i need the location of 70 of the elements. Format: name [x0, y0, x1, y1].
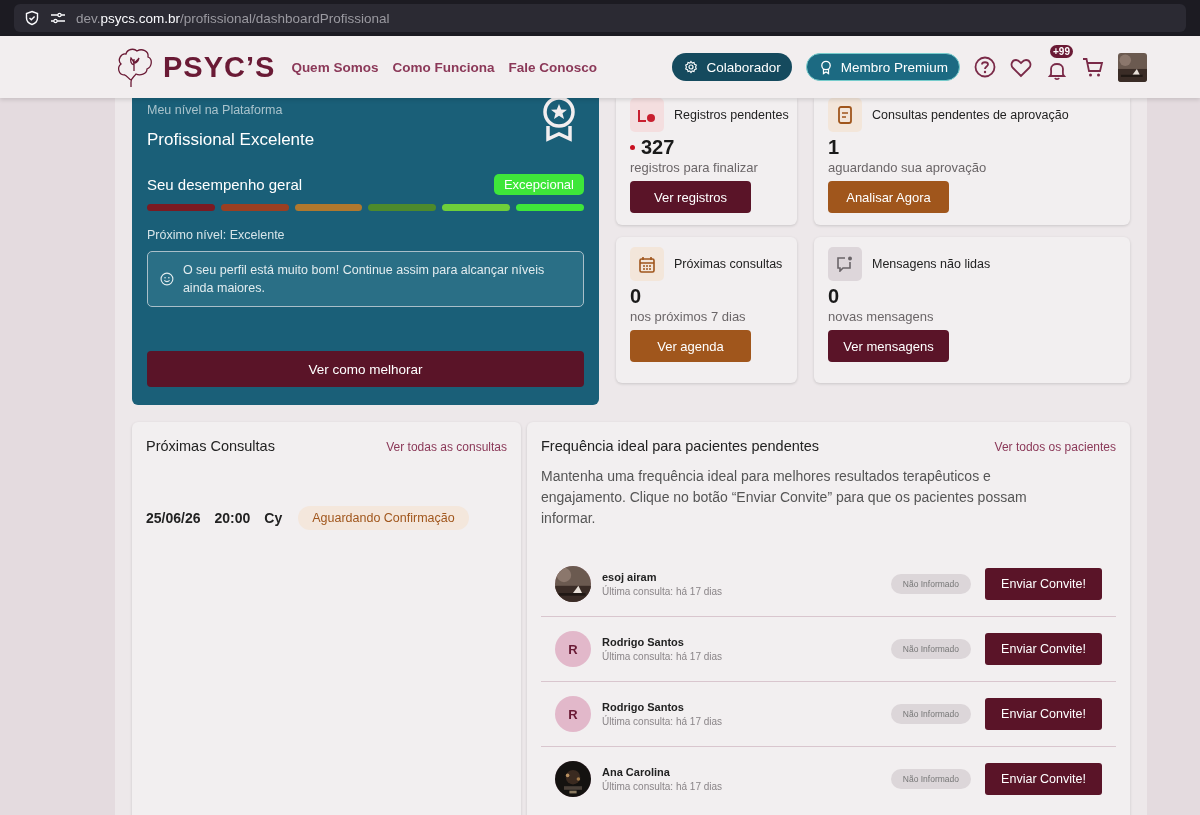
- last-visit-text: Última consulta: há 17 dias: [602, 651, 724, 662]
- stat-caption: registros para finalizar: [630, 160, 759, 175]
- action-button[interactable]: Ver agenda: [630, 330, 751, 362]
- smiley-icon: [160, 271, 174, 287]
- calendar-icon: [639, 255, 655, 273]
- patient-name: esoj airam: [602, 571, 658, 583]
- bell-icon[interactable]: [1046, 60, 1068, 82]
- view-all-link[interactable]: Ver todas as consultas: [386, 440, 507, 454]
- stat-value: 0: [630, 285, 642, 308]
- invite-button[interactable]: Enviar Convite!: [985, 568, 1102, 600]
- award-icon: [818, 59, 833, 75]
- invite-button[interactable]: Enviar Convite!: [985, 698, 1102, 730]
- avatar-initial: R: [555, 696, 591, 732]
- stat-title: Próximas consultas: [674, 257, 783, 271]
- stat-title: Consultas pendentes de aprovação: [872, 108, 1069, 122]
- description-text: Mantenha uma frequência ideal para melhores resultados terapêuticos e engajamento. Clique no botão “Enviar Convite” para que os pacientes possam informar.: [541, 467, 1028, 528]
- last-visit-text: Última consulta: há 17 dias: [602, 781, 724, 792]
- action-button[interactable]: Analisar Agora: [828, 181, 949, 213]
- stat-title: Registros pendentes: [674, 108, 789, 122]
- clipboard-icon: [838, 106, 852, 124]
- action-button[interactable]: Ver mensagens: [828, 330, 949, 362]
- chat-icon: [837, 256, 853, 272]
- card-title: Próximas Consultas: [146, 438, 275, 454]
- message-text: O seu perfil está muito bom! Continue assim para alcançar níveis ainda maiores.: [182, 262, 546, 297]
- nav-link[interactable]: Quem Somos: [291, 59, 379, 75]
- card-title: Frequência ideal para pacientes pendentes: [541, 438, 820, 454]
- last-visit-text: Última consulta: há 17 dias: [602, 586, 724, 597]
- patient-name: Rodrigo Santos: [602, 701, 685, 713]
- view-all-link[interactable]: Ver todos os pacientes: [994, 440, 1116, 454]
- status-badge: Não Informado: [890, 574, 971, 594]
- premium-button[interactable]: Membro Premium: [805, 53, 960, 81]
- level-title: Profissional Excelente: [147, 130, 316, 150]
- status-badge: Não Informado: [890, 639, 971, 659]
- appointment-date: 25/06/26: [146, 510, 201, 526]
- improve-button[interactable]: Ver como melhorar: [147, 351, 584, 387]
- avatar-initial: R: [555, 631, 591, 667]
- settings-icon[interactable]: [50, 10, 66, 26]
- status-badge: Não Informado: [890, 769, 971, 789]
- stat-value: 0: [828, 285, 840, 308]
- patient-name: Rodrigo Santos: [602, 636, 685, 648]
- help-icon[interactable]: [974, 56, 996, 78]
- invite-button[interactable]: Enviar Convite!: [985, 763, 1102, 795]
- address-bar[interactable]: dev.psycs.com.br/profissional/dashboardProfissional: [76, 10, 390, 26]
- cart-icon[interactable]: [1082, 56, 1104, 78]
- invite-button[interactable]: Enviar Convite!: [985, 633, 1102, 665]
- next-level-text: Próximo nível: Excelente: [147, 228, 286, 242]
- patient-name: Ana Carolina: [602, 766, 671, 778]
- stat-caption: aguardando sua aprovação: [828, 160, 988, 175]
- notification-count: +99: [1050, 45, 1073, 58]
- appointment-time: 20:00: [214, 510, 251, 526]
- action-button[interactable]: Ver registros: [630, 181, 751, 213]
- brand-name: PSYC’S: [163, 50, 276, 84]
- status-badge: Não Informado: [890, 704, 971, 724]
- stat-value: 1: [828, 136, 840, 159]
- patient-name: Cy: [264, 510, 283, 526]
- last-visit-text: Última consulta: há 17 dias: [602, 716, 724, 727]
- stat-title: Mensagens não lidas: [872, 257, 991, 271]
- gear-icon: [684, 60, 699, 74]
- stat-value: 327: [641, 136, 675, 159]
- card-label: Meu nível na Plataforma: [147, 103, 284, 117]
- collaborator-button[interactable]: Colaborador: [672, 53, 792, 81]
- stat-caption: nos próximos 7 dias: [630, 309, 747, 324]
- status-badge: Aguardando Confirmação: [298, 506, 469, 530]
- performance-label: Seu desempenho geral: [147, 176, 303, 193]
- nav-link[interactable]: Fale Conosco: [508, 59, 597, 75]
- shield-icon: [24, 10, 40, 26]
- performance-badge: Excepcional: [493, 174, 584, 195]
- stat-caption: novas mensagens: [828, 309, 935, 324]
- nav-link[interactable]: Como Funciona: [392, 59, 495, 75]
- heart-icon[interactable]: [1010, 56, 1032, 78]
